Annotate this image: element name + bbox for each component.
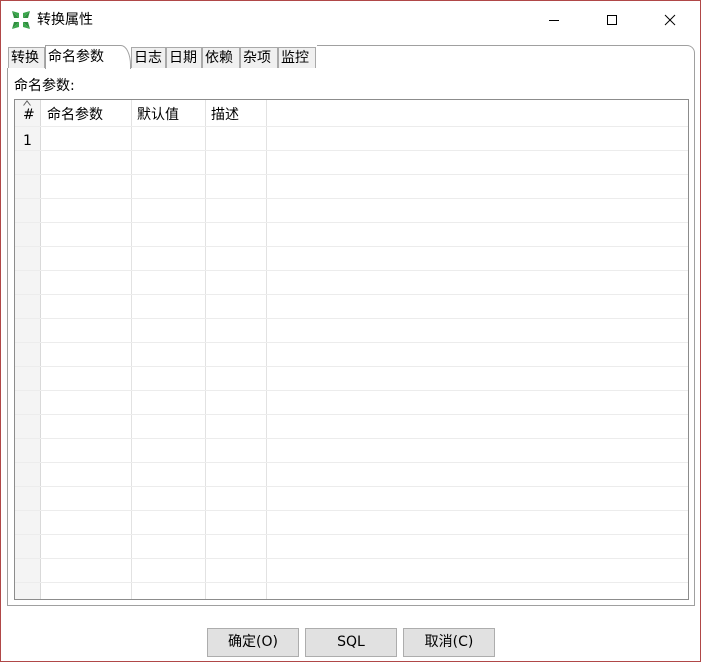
table-row-separator [15, 486, 688, 487]
transformation-icon [11, 10, 31, 30]
table-row-separator [15, 414, 688, 415]
table-row-separator [15, 246, 688, 247]
transformation-properties-dialog: 转换属性 转换 命名参数 日志 日期 依赖 杂项 监控 命名参数: # 命名参数… [0, 0, 701, 662]
tab-monitoring[interactable]: 监控 [278, 47, 316, 68]
tab-strip-border [317, 45, 695, 69]
title-bar: 转换属性 [1, 1, 700, 39]
table-row-separator [15, 438, 688, 439]
ok-button[interactable]: 确定(O) [207, 628, 299, 657]
table-row-separator [15, 582, 688, 583]
column-header-description[interactable]: 描述 [211, 106, 239, 124]
table-row-separator [15, 270, 688, 271]
cancel-button[interactable]: 取消(C) [403, 628, 495, 657]
tab-miscellaneous[interactable]: 杂项 [240, 47, 278, 68]
maximize-button[interactable] [583, 1, 641, 39]
table-row-separator [15, 390, 688, 391]
minimize-icon [549, 20, 559, 21]
minimize-button[interactable] [525, 1, 583, 39]
table-row-separator [15, 510, 688, 511]
table-row-number[interactable]: 1 [23, 132, 32, 150]
table-row-separator [15, 126, 688, 127]
column-header-default-value[interactable]: 默认值 [137, 106, 179, 124]
table-row-separator [15, 174, 688, 175]
tab-named-parameters[interactable]: 命名参数 [45, 45, 131, 69]
tab-logging[interactable]: 日志 [131, 47, 166, 68]
table-row-separator [15, 198, 688, 199]
sql-button[interactable]: SQL [305, 628, 397, 657]
table-row-separator [15, 150, 688, 151]
tab-transformation[interactable]: 转换 [8, 47, 45, 68]
table-row-separator [15, 294, 688, 295]
close-icon [664, 14, 676, 26]
table-row-separator [15, 558, 688, 559]
column-header-index[interactable]: # [23, 106, 35, 124]
close-button[interactable] [641, 1, 699, 39]
window-title: 转换属性 [37, 12, 93, 28]
maximize-icon [607, 15, 617, 25]
named-parameters-table[interactable]: # 命名参数 默认值 描述 1 [14, 99, 689, 600]
table-row-separator [15, 222, 688, 223]
named-parameters-label: 命名参数: [14, 78, 75, 94]
table-row-separator [15, 366, 688, 367]
table-row-separator [15, 318, 688, 319]
tab-dependencies[interactable]: 依赖 [202, 47, 240, 68]
table-row-separator [15, 342, 688, 343]
column-header-parameter[interactable]: 命名参数 [47, 106, 103, 124]
table-row-separator [15, 534, 688, 535]
table-row-separator [15, 462, 688, 463]
tab-dates[interactable]: 日期 [166, 47, 202, 68]
